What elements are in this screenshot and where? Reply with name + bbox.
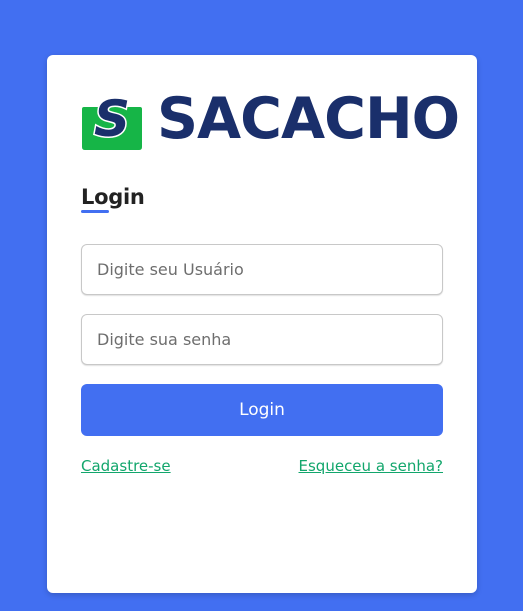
login-button[interactable]: Login (81, 384, 443, 436)
page-title: Login (81, 185, 145, 209)
signup-link[interactable]: Cadastre-se (81, 456, 171, 476)
logo-letter: S (94, 90, 130, 148)
forgot-password-link[interactable]: Esqueceu a senha? (299, 456, 443, 476)
title-underline (81, 210, 109, 213)
password-input[interactable] (81, 314, 443, 365)
login-card: S SACACHO Login Login Cadastre-se Esquec… (47, 55, 477, 593)
shopping-bag-logo-icon: S (82, 89, 142, 150)
brand-name: SACACHO (157, 86, 460, 152)
username-input[interactable] (81, 244, 443, 295)
brand-logo: S SACACHO (81, 86, 460, 152)
